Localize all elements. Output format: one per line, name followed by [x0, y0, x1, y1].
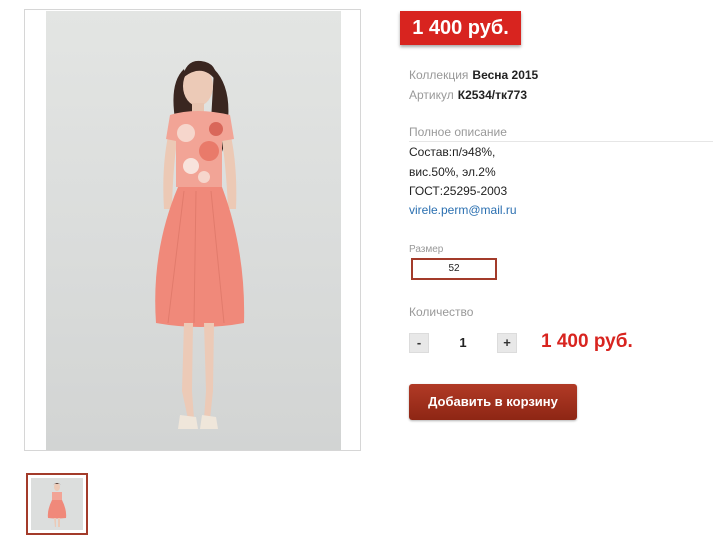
quantity-increase-button[interactable]: +: [497, 333, 517, 353]
total-price: 1 400 руб.: [541, 331, 633, 352]
article-row: Артикул К2534/тк773: [409, 87, 527, 103]
quantity-label: Количество: [409, 305, 474, 319]
quantity-input[interactable]: 1: [447, 333, 479, 353]
price-badge: 1 400 руб.: [400, 11, 521, 45]
description-line: вис.50%, эл.2%: [409, 165, 496, 179]
description-email-row: virele.perm@mail.ru: [409, 202, 517, 218]
description-title: Полное описание: [409, 125, 713, 142]
description-line: Состав:п/э48%,: [409, 145, 496, 159]
size-select[interactable]: 52: [411, 258, 497, 280]
main-product-image[interactable]: [24, 9, 361, 451]
size-label: Размер: [409, 244, 444, 255]
collection-row: Коллекция Весна 2015: [409, 67, 538, 83]
collection-value: Весна 2015: [472, 68, 539, 82]
email-link[interactable]: virele.perm@mail.ru: [409, 203, 517, 217]
description-line: ГОСТ:25295-2003: [409, 184, 508, 198]
thumbnail-photo: [31, 478, 83, 530]
article-label: Артикул: [409, 88, 454, 102]
article-value: К2534/тк773: [457, 88, 528, 102]
collection-label: Коллекция: [409, 68, 469, 82]
quantity-decrease-button[interactable]: -: [409, 333, 429, 353]
product-photo: [46, 11, 341, 450]
product-thumbnail[interactable]: [26, 473, 88, 535]
add-to-cart-button[interactable]: Добавить в корзину: [409, 384, 577, 420]
